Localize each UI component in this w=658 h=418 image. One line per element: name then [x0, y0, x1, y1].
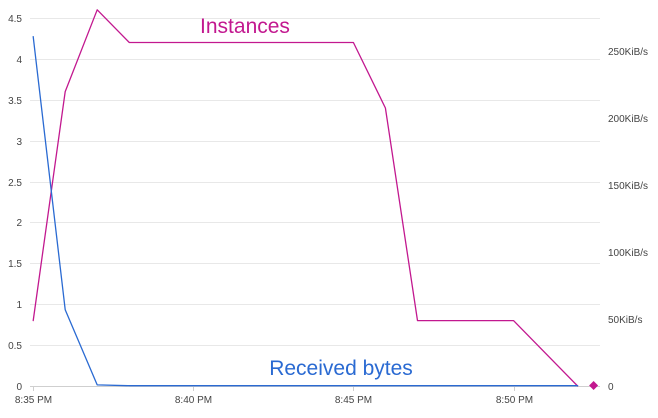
axes [30, 386, 600, 391]
y-left-tick-label: 1.5 [8, 259, 22, 270]
y-right-tick-label: 100KiB/s [608, 248, 648, 259]
series-line-received-bytes [32, 36, 579, 387]
series-line-instances [32, 9, 579, 387]
y-left-tick-label: 2 [16, 218, 22, 229]
gridlines [30, 18, 600, 346]
x-tick-label: 8:40 PM [175, 395, 212, 406]
y-left-tick-label: 0.5 [8, 341, 22, 352]
line-chart: 0 0.5 1 1.5 2 2.5 3 3.5 4 4.5 0 50KiB/s 100KiB/s 150K… [8, 9, 648, 406]
y-right-tick-label: 150KiB/s [608, 181, 648, 192]
series-label-instances: Instances [200, 15, 290, 38]
y-left-tick-label: 4 [16, 55, 22, 66]
tick-labels: 0 0.5 1 1.5 2 2.5 3 3.5 4 4.5 0 50KiB/s 100KiB/s 150K… [8, 14, 648, 406]
x-tick-label: 8:50 PM [496, 395, 533, 406]
y-right-tick-label: 250KiB/s [608, 47, 648, 58]
series-lines [32, 9, 599, 390]
y-right-tick-label: 50KiB/s [608, 315, 642, 326]
x-tick-label: 8:45 PM [335, 395, 372, 406]
y-right-tick-label: 200KiB/s [608, 114, 648, 125]
series-end-marker-diamond [589, 381, 599, 390]
series-labels: Instances Received bytes [200, 15, 413, 380]
y-left-tick-label: 3.5 [8, 96, 22, 107]
y-right-tick-label: 0 [608, 382, 614, 393]
y-left-tick-label: 0 [16, 382, 22, 393]
y-left-tick-label: 2.5 [8, 178, 22, 189]
y-left-tick-label: 1 [16, 300, 22, 311]
y-left-tick-label: 3 [16, 137, 22, 148]
y-left-tick-label: 4.5 [8, 14, 22, 25]
x-tick-label: 8:35 PM [15, 395, 52, 406]
series-label-received-bytes: Received bytes [269, 357, 413, 380]
